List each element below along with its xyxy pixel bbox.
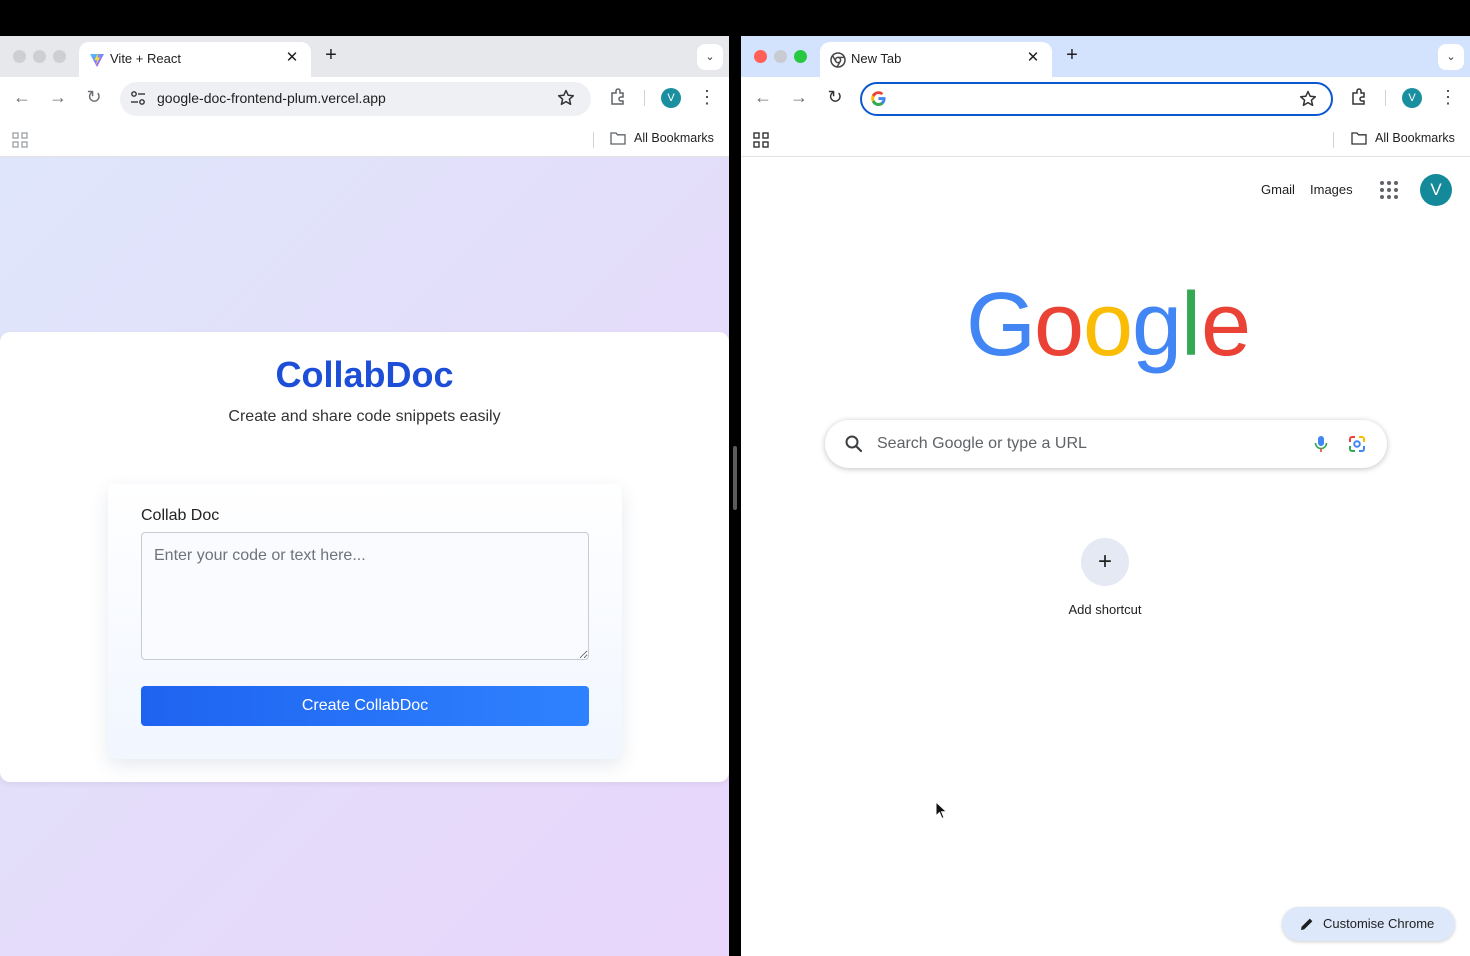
- extensions-icon[interactable]: [1349, 87, 1369, 107]
- search-input[interactable]: [877, 432, 1297, 456]
- toolbar: ← → ↻ google-doc-frontend-plum.vercel.ap…: [0, 77, 729, 117]
- pencil-icon: [1301, 918, 1313, 930]
- hero-card: CollabDoc Create and share code snippets…: [0, 332, 729, 782]
- mouse-cursor-icon: [935, 801, 948, 820]
- gmail-link[interactable]: Gmail: [1261, 182, 1295, 197]
- collabdoc-page: CollabDoc Create and share code snippets…: [0, 157, 729, 956]
- bookmark-star-icon[interactable]: [556, 88, 576, 108]
- form-label: Collab Doc: [141, 507, 220, 524]
- svg-text:g: g: [1132, 277, 1182, 375]
- tab-strip: New Tab ✕ + ⌄: [741, 36, 1470, 77]
- site-settings-icon[interactable]: [129, 89, 147, 107]
- tab-title: New Tab: [851, 51, 902, 66]
- account-avatar[interactable]: V: [1420, 174, 1452, 206]
- chrome-icon: [830, 52, 846, 68]
- close-window-button[interactable]: [754, 50, 767, 63]
- tab-new-tab[interactable]: New Tab ✕: [820, 42, 1052, 77]
- apps-grid-icon[interactable]: [12, 132, 28, 148]
- address-bar[interactable]: [860, 82, 1333, 116]
- forward-arrow-icon[interactable]: →: [48, 87, 68, 107]
- menu-kebab-icon[interactable]: ⋮: [697, 87, 717, 107]
- bookmark-star-icon[interactable]: [1298, 89, 1318, 109]
- images-link[interactable]: Images: [1310, 182, 1353, 197]
- bookmarks-bar: All Bookmarks: [741, 117, 1470, 157]
- all-bookmarks-link[interactable]: All Bookmarks: [1375, 131, 1455, 145]
- collab-form: Collab Doc Create CollabDoc: [108, 484, 622, 759]
- new-tab-button[interactable]: +: [320, 44, 342, 66]
- search-icon: [845, 435, 863, 453]
- google-logo: G o o g l e: [966, 277, 1251, 375]
- tab-strip: Vite + React ✕ + ⌄: [0, 36, 729, 77]
- bookmarks-divider: [1333, 132, 1334, 148]
- toolbar: ← → ↻ V ⋮: [741, 77, 1470, 117]
- maximize-window-button[interactable]: [794, 50, 807, 63]
- apps-grid-icon[interactable]: [753, 132, 769, 148]
- add-shortcut-button[interactable]: +: [1081, 538, 1129, 586]
- svg-text:G: G: [966, 277, 1036, 375]
- tab-search-button[interactable]: ⌄: [697, 44, 723, 70]
- minimize-window-button[interactable]: [33, 50, 46, 63]
- tab-title: Vite + React: [110, 51, 181, 66]
- back-arrow-icon[interactable]: ←: [753, 87, 773, 107]
- google-g-icon: [871, 91, 886, 107]
- address-text: google-doc-frontend-plum.vercel.app: [157, 90, 386, 106]
- svg-text:l: l: [1181, 277, 1201, 375]
- folder-icon: [1351, 132, 1367, 145]
- right-browser-window: New Tab ✕ + ⌄ ← → ↻ V ⋮ All Bookmarks Gm…: [741, 36, 1470, 956]
- toolbar-divider: [644, 90, 645, 106]
- bookmarks-divider: [593, 132, 594, 148]
- google-lens-icon[interactable]: [1347, 434, 1367, 454]
- all-bookmarks-link[interactable]: All Bookmarks: [634, 131, 714, 145]
- folder-icon: [610, 132, 626, 145]
- profile-avatar[interactable]: V: [1402, 88, 1422, 108]
- reload-icon[interactable]: ↻: [825, 87, 845, 107]
- customise-chrome-button[interactable]: Customise Chrome: [1282, 907, 1455, 941]
- brand-title: CollabDoc: [275, 354, 454, 395]
- microphone-icon[interactable]: [1311, 434, 1331, 454]
- maximize-window-button[interactable]: [53, 50, 66, 63]
- reload-icon[interactable]: ↻: [84, 87, 104, 107]
- back-arrow-icon[interactable]: ←: [12, 87, 32, 107]
- new-tab-button[interactable]: +: [1061, 44, 1083, 66]
- code-textarea[interactable]: [141, 532, 589, 660]
- svg-text:e: e: [1201, 277, 1251, 375]
- split-view-handle[interactable]: [733, 446, 737, 510]
- toolbar-divider: [1385, 90, 1386, 106]
- plus-icon: +: [1097, 548, 1112, 575]
- google-apps-icon[interactable]: [1379, 180, 1399, 200]
- vite-icon: [90, 53, 104, 67]
- minimize-window-button[interactable]: [774, 50, 787, 63]
- tab-search-button[interactable]: ⌄: [1438, 44, 1464, 70]
- screen: Vite + React ✕ + ⌄ ← → ↻ google-doc-fron…: [0, 0, 1470, 956]
- profile-avatar[interactable]: V: [661, 88, 681, 108]
- forward-arrow-icon[interactable]: →: [789, 87, 809, 107]
- svg-text:o: o: [1034, 277, 1084, 375]
- left-browser-window: Vite + React ✕ + ⌄ ← → ↻ google-doc-fron…: [0, 36, 729, 956]
- address-bar[interactable]: google-doc-frontend-plum.vercel.app: [120, 82, 591, 116]
- svg-text:o: o: [1083, 277, 1133, 375]
- tab-close-icon[interactable]: ✕: [1024, 49, 1042, 67]
- add-shortcut-label[interactable]: Add shortcut: [1041, 602, 1169, 617]
- google-search-box[interactable]: [825, 420, 1387, 468]
- close-window-button[interactable]: [13, 50, 26, 63]
- tab-vite-react[interactable]: Vite + React ✕: [79, 42, 311, 77]
- tagline: Create and share code snippets easily: [228, 408, 501, 425]
- customise-chrome-label: Customise Chrome: [1323, 916, 1435, 931]
- create-collabdoc-button[interactable]: Create CollabDoc: [141, 686, 589, 726]
- tab-close-icon[interactable]: ✕: [283, 49, 301, 67]
- menu-kebab-icon[interactable]: ⋮: [1438, 87, 1458, 107]
- extensions-icon[interactable]: [608, 87, 628, 107]
- new-tab-page: Gmail Images V G o o g l e Search Google…: [741, 157, 1470, 956]
- bookmarks-bar: All Bookmarks: [0, 117, 729, 157]
